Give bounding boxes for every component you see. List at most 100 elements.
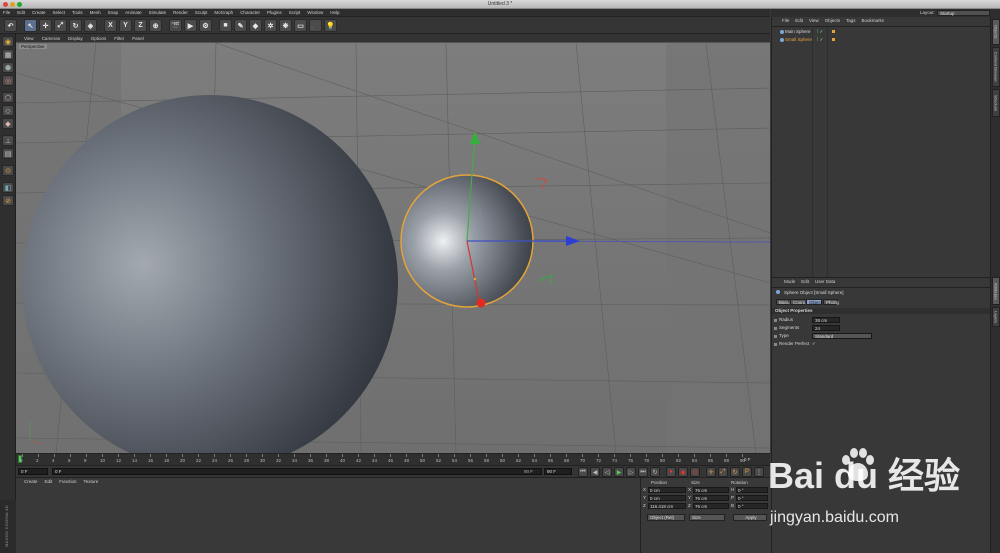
viewport-menu-view[interactable]: View (24, 36, 34, 41)
viewport-menu-panel[interactable]: Panel (132, 36, 144, 41)
points-mode-icon[interactable]: ⬡ (2, 92, 14, 103)
material-menu-texture[interactable]: Texture (84, 479, 99, 486)
object-menu-view[interactable]: View (809, 18, 819, 23)
size-field[interactable]: 76 cm (693, 503, 729, 509)
menu-simulate[interactable]: Simulate (149, 10, 167, 15)
segments-field[interactable]: 24 (812, 325, 840, 331)
position-field[interactable]: 116.418 cm (648, 503, 686, 509)
snapping-icon[interactable]: ⊙ (2, 165, 14, 176)
object-menu-edit[interactable]: Edit (795, 18, 803, 23)
make-editable-icon[interactable]: ◉ (2, 36, 14, 47)
object-menu-bookmarks[interactable]: Bookmarks (862, 18, 885, 23)
light-icon[interactable]: 💡 (324, 19, 337, 32)
rotate-icon[interactable]: ↻ (69, 19, 82, 32)
attribute-menu-edit[interactable]: Edit (801, 279, 809, 284)
menu-render[interactable]: Render (173, 10, 188, 15)
tab-content-browser[interactable]: Content Browser (992, 47, 1000, 87)
pen-spline-icon[interactable]: ✎ (234, 19, 247, 32)
point-level-icon[interactable]: ⋮ (754, 467, 764, 477)
texture-mode-icon[interactable]: ◎ (2, 75, 14, 86)
x-axis-icon[interactable]: X (104, 19, 117, 32)
workplane-icon[interactable]: ◧ (2, 182, 14, 193)
end-frame-field[interactable]: 90 F (544, 468, 572, 475)
menu-window[interactable]: Window (307, 10, 323, 15)
render-view-icon[interactable]: ▶ (184, 19, 197, 32)
viewport-menu-filter[interactable]: Filter (114, 36, 124, 41)
previous-key-icon[interactable]: ◀ (590, 467, 600, 477)
position-field[interactable]: 0 cm (648, 487, 686, 493)
tab-layers[interactable]: Layers (992, 307, 1000, 327)
menu-edit[interactable]: Edit (17, 10, 25, 15)
parameter-key-icon[interactable]: P (742, 467, 752, 477)
keyframe-selection-icon[interactable]: ⊙ (690, 467, 700, 477)
material-menu-function[interactable]: Function (59, 479, 76, 486)
phong-tag-icon[interactable] (832, 38, 835, 41)
camera-icon[interactable]: 🎥 (309, 19, 322, 32)
layout-dropdown[interactable]: Startup (937, 9, 990, 16)
floor-icon[interactable]: ▭ (294, 19, 307, 32)
viewport-menu-display[interactable]: Display (68, 36, 83, 41)
viewport-menu-cameras[interactable]: Cameras (42, 36, 60, 41)
object-menu-file[interactable]: File (782, 18, 789, 23)
model-mode-icon[interactable]: ⬢ (2, 62, 14, 73)
rotation-field[interactable]: 0 ° (736, 487, 768, 493)
size-mode-dropdown[interactable]: Size (689, 514, 725, 521)
loop-icon[interactable]: ↻ (650, 467, 660, 477)
menu-help[interactable]: Help (330, 10, 339, 15)
play-icon[interactable]: ▶ (614, 467, 624, 477)
radius-field[interactable]: 38 cm (812, 317, 840, 323)
timeline-ruler[interactable]: 0 2 4 6 8 10 12 14 16 18 20 22 24 26 28 30 32 34 36 38 40 42 4… (16, 453, 770, 465)
visibility-flags-icon[interactable]: ⁞ ✓ (817, 36, 823, 43)
locked-workplane-icon[interactable]: ⊘ (2, 195, 14, 206)
preview-range-slider[interactable]: 0 F (52, 468, 542, 475)
tab-attributes[interactable]: Attributes (992, 277, 1000, 305)
go-to-start-icon[interactable]: ⏮ (578, 467, 588, 477)
deformer-icon[interactable]: ❋ (279, 19, 292, 32)
z-axis-icon[interactable]: Z (134, 19, 147, 32)
edges-mode-icon[interactable]: ◇ (2, 105, 14, 116)
tab-structure[interactable]: Structure (992, 89, 1000, 117)
previous-frame-icon[interactable]: ◁ (602, 467, 612, 477)
menu-sculpt[interactable]: Sculpt (195, 10, 208, 15)
material-manager[interactable]: Create Edit Function Texture (16, 477, 640, 553)
object-row-small-sphere[interactable]: Small Sphere ⁞ ✓ (772, 36, 991, 43)
size-field[interactable]: 76 cm (693, 495, 729, 501)
object-menu-tags[interactable]: Tags (846, 18, 856, 23)
size-field[interactable]: 76 cm (693, 487, 729, 493)
position-field[interactable]: 0 cm (648, 495, 686, 501)
autokey-icon[interactable]: ◉ (678, 467, 688, 477)
phong-tag-icon[interactable] (832, 30, 835, 33)
y-axis-icon[interactable]: Y (119, 19, 132, 32)
coordinate-mode-dropdown[interactable]: Object (Rel) (647, 514, 685, 521)
attribute-menu-mode[interactable]: Mode (784, 279, 795, 284)
menu-mesh[interactable]: Mesh (90, 10, 101, 15)
menu-animate[interactable]: Animate (125, 10, 142, 15)
world-coords-icon[interactable]: ⊕ (149, 19, 162, 32)
tab-phong[interactable]: Phong (823, 299, 839, 305)
menu-plugins[interactable]: Plugins (267, 10, 282, 15)
move-icon[interactable]: ✛ (39, 19, 52, 32)
undo-icon[interactable]: ↶ (4, 19, 17, 32)
object-menu-objects[interactable]: Objects (825, 18, 840, 23)
viewport-menu-options[interactable]: Options (91, 36, 107, 41)
tab-object[interactable]: Object (806, 299, 822, 305)
tab-basic[interactable]: Basic (776, 299, 790, 305)
next-frame-icon[interactable]: ▷ (626, 467, 636, 477)
type-field[interactable]: Standard (812, 333, 872, 339)
position-key-icon[interactable]: ✛ (706, 467, 716, 477)
attribute-menu-user-data[interactable]: User Data (815, 279, 835, 284)
menu-snap[interactable]: Snap (108, 10, 119, 15)
render-perfect-field[interactable]: ✓ (810, 341, 816, 347)
viewport-perspective[interactable]: Perspective (16, 42, 770, 453)
record-icon[interactable]: ● (666, 467, 676, 477)
visibility-flags-icon[interactable]: ⁞ ✓ (817, 28, 823, 35)
polygons-mode-icon[interactable]: ◆ (2, 118, 14, 129)
menu-mograph[interactable]: MoGraph (214, 10, 233, 15)
scale-key-icon[interactable]: ⤢ (718, 467, 728, 477)
go-to-end-icon[interactable]: ⏭ (638, 467, 648, 477)
array-icon[interactable]: ✲ (264, 19, 277, 32)
menu-script[interactable]: Script (289, 10, 301, 15)
checker-icon[interactable]: ▦ (2, 49, 14, 60)
render-settings-icon[interactable]: ⚙ (199, 19, 212, 32)
menu-select[interactable]: Select (53, 10, 66, 15)
